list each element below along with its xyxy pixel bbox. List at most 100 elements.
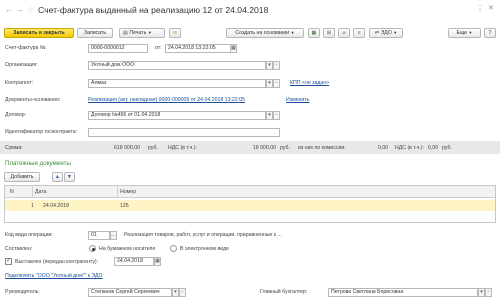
contract-label: Договор: <box>5 112 27 118</box>
payments-table: N Дата Номер 1 24.04.2018 125 <box>4 185 496 223</box>
calendar-icon: ▦ <box>155 258 160 264</box>
electronic-radio[interactable] <box>170 245 177 252</box>
organization-field[interactable]: Уютный дом ООО <box>88 61 266 70</box>
column-divider <box>32 186 33 198</box>
accountant-open-button[interactable]: ▫ <box>485 288 492 297</box>
date-from-label: от: <box>155 45 162 51</box>
contract-field[interactable]: Договор №456 от 01.04.2018 <box>88 111 266 120</box>
link-button[interactable]: ⌀ <box>338 28 350 38</box>
manager-field[interactable]: Степанов Сергей Сергеевич <box>88 288 172 297</box>
date-field[interactable]: 24.04.2018 13:22:05 <box>165 44 231 53</box>
basis-documents-label: Документы-основания: <box>5 97 61 103</box>
issued-label: Выставлен (передан контрагенту): <box>15 259 99 265</box>
kpp-link[interactable]: КПП <не задан> <box>290 80 329 86</box>
sum-currency: руб. <box>148 145 158 151</box>
forward-button[interactable]: → <box>16 6 24 14</box>
column-divider <box>117 186 118 198</box>
sum-label: Сумма: <box>5 145 23 151</box>
vat-value: 18 000,00 <box>252 145 276 151</box>
issued-checkbox[interactable]: ✓ <box>5 258 12 265</box>
issued-calendar-button[interactable]: ▦ <box>154 257 161 266</box>
create-based-on-button[interactable]: Создать на основании ▼ <box>226 28 304 38</box>
column-header-number[interactable]: Номер <box>120 189 136 195</box>
open-icon: ▫ <box>487 289 490 295</box>
counterparty-dropdown-button[interactable]: ▾ <box>266 79 273 88</box>
organization-dropdown-button[interactable]: ▾ <box>266 61 273 70</box>
printer-icon: ▤ <box>123 30 128 36</box>
open-icon: ▫ <box>275 112 278 118</box>
column-header-date[interactable]: Дата <box>35 189 47 195</box>
edo-button[interactable]: ⇄ ЭДО ▼ <box>369 28 403 38</box>
accountant-dropdown-button[interactable]: ▾ <box>478 288 485 297</box>
print-button[interactable]: ▤ Печать ▼ <box>119 28 165 38</box>
report-button[interactable]: ≡ <box>353 28 365 38</box>
arrow-up-icon: ▲ <box>54 174 61 180</box>
documents-icon: ▦ <box>311 30 317 36</box>
calendar-icon: ▦ <box>231 45 236 51</box>
help-button[interactable]: ? <box>484 28 496 38</box>
add-payment-button[interactable]: Добавить <box>4 172 40 182</box>
row-n: 1 <box>31 203 34 209</box>
more-button[interactable]: Еще ▼ <box>448 28 481 38</box>
edo-icon: ⇄ <box>374 30 380 36</box>
counterparty-open-button[interactable]: ▫ <box>273 79 280 88</box>
report-icon: ≡ <box>357 30 361 36</box>
paper-radio-label: На бумажном носителе <box>99 246 156 252</box>
invoice-number-label: Счет-фактура №: <box>5 45 47 51</box>
email-button[interactable]: ✉ <box>169 28 181 38</box>
change-basis-link[interactable]: Изменить <box>286 97 309 103</box>
more-menu-icon[interactable]: ⋮ <box>476 4 484 13</box>
chevron-down-icon: ▾ <box>174 289 177 295</box>
calendar-button[interactable]: ▦ <box>230 44 237 53</box>
issued-date-field[interactable]: 24.04.2018 <box>114 257 154 266</box>
move-down-button[interactable]: ▼ <box>64 172 75 182</box>
row-date: 24.04.2018 <box>43 203 69 209</box>
counterparty-field[interactable]: Алмаз <box>88 79 266 88</box>
paperclip-icon: ⌀ <box>342 30 346 36</box>
favorite-star-icon[interactable]: ☆ <box>27 5 35 14</box>
structure-button[interactable]: ⊞ <box>323 28 335 38</box>
basis-document-link[interactable]: Реализация (акт, накладная) 0000-000009 … <box>88 97 245 103</box>
sum-value: 618 000,00 <box>114 145 140 151</box>
invoice-number-field[interactable]: 0000-0000012 <box>88 44 148 53</box>
column-header-n[interactable]: N <box>10 189 14 195</box>
manager-dropdown-button[interactable]: ▾ <box>172 288 179 297</box>
connect-edo-link[interactable]: Подключить "ООО "Уютный дом"" к ЭДО <box>5 273 103 279</box>
contract-dropdown-button[interactable]: ▾ <box>266 111 273 120</box>
table-row[interactable]: 1 24.04.2018 125 <box>5 200 495 211</box>
contract-open-button[interactable]: ▫ <box>273 111 280 120</box>
vat-currency: руб. <box>280 145 290 151</box>
radio-dot <box>91 247 95 251</box>
chevron-down-icon: ▼ <box>290 30 295 35</box>
manager-open-button[interactable]: ▫ <box>179 288 186 297</box>
close-icon[interactable]: ✕ <box>488 4 494 12</box>
composed-label: Составлен: <box>5 246 33 252</box>
counterparty-label: Контрагент: <box>5 80 34 86</box>
open-icon: ▫ <box>275 62 278 68</box>
chevron-down-icon: ▾ <box>268 112 271 118</box>
paper-radio[interactable] <box>89 245 96 252</box>
create-based-label: Создать на основании <box>235 30 290 36</box>
arrow-down-icon: ▼ <box>66 174 73 180</box>
open-icon: ▫ <box>181 289 184 295</box>
organization-open-button[interactable]: ▫ <box>273 61 280 70</box>
open-icon: ▫ <box>275 80 278 86</box>
edo-label: ЭДО <box>380 30 392 36</box>
op-code-field[interactable]: 01 <box>88 231 110 240</box>
move-up-button[interactable]: ▲ <box>52 172 63 182</box>
op-code-select-button[interactable]: … <box>110 231 117 240</box>
chevron-down-icon: ▼ <box>468 30 473 35</box>
accountant-field[interactable]: Петрова Светлана Борисовна <box>328 288 478 297</box>
commission-vat-value: 0,00 <box>427 145 438 151</box>
op-code-label: Код вида операции: <box>5 232 53 238</box>
documents-button[interactable]: ▦ <box>308 28 320 38</box>
save-button[interactable]: Записать <box>77 28 113 38</box>
structure-icon: ⊞ <box>326 30 332 36</box>
commission-value: 0,00 <box>377 145 388 151</box>
commission-label: из них по комиссии: <box>298 145 346 151</box>
gov-contract-field[interactable] <box>88 128 280 137</box>
payments-section-title: Платежные документы <box>5 160 71 167</box>
back-button[interactable]: ← <box>5 6 13 14</box>
print-label: Печать <box>129 30 147 36</box>
post-and-close-button[interactable]: Записать и закрыть <box>4 28 74 38</box>
